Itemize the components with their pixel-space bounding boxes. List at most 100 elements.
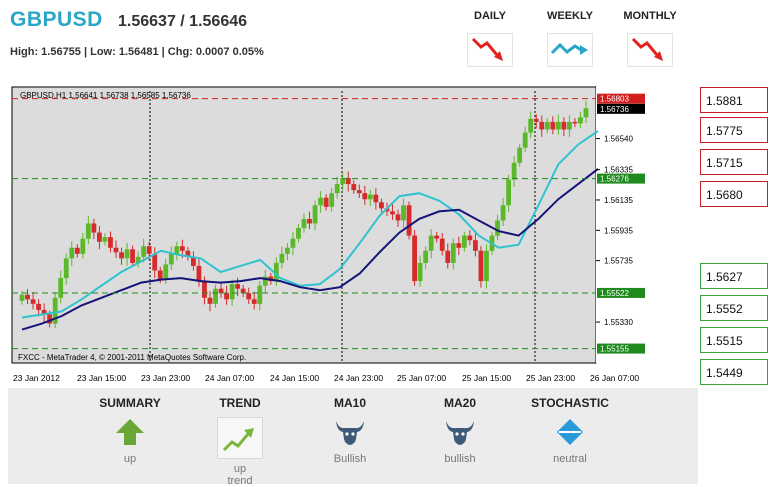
bull-candle	[168, 253, 174, 265]
bear-candle	[456, 243, 462, 248]
timeframe-monthly[interactable]: MONTHLY	[610, 10, 690, 67]
level-tag-label: 1.55155	[600, 345, 629, 354]
y-tick-label: 1.56540	[604, 135, 633, 144]
x-axis-label: 25 Jan 07:00	[397, 373, 446, 383]
resistance-level-4: 1.5680	[700, 181, 768, 207]
bear-candle	[224, 293, 229, 300]
pivot-levels: 1.5881 1.5775 1.5715 1.5680 1.5627 1.555…	[700, 85, 778, 385]
bull-candle	[450, 243, 456, 263]
resistance-level-3: 1.5715	[700, 149, 768, 175]
bull-candle	[141, 246, 147, 257]
bear-candle	[25, 294, 30, 300]
indicator-value: bullish	[444, 453, 476, 465]
price-chart[interactable]: GBPUSD,H1 1.56641 1.56738 1.56585 1.5673…	[8, 85, 646, 390]
chart-copyright: FXCC - MetaTrader 4, © 2001-2011 MetaQuo…	[18, 353, 246, 362]
bull-candle	[428, 235, 434, 251]
y-tick-label: 1.55330	[604, 318, 633, 327]
y-tick-label: 1.55735	[604, 257, 633, 266]
bull-candle	[229, 284, 235, 300]
bear-candle	[119, 252, 124, 259]
indicator-ma10[interactable]: MA10 Bullish	[295, 396, 405, 465]
bear-candle	[251, 299, 257, 304]
bear-candle	[146, 246, 152, 254]
bull-candle	[367, 194, 373, 200]
bull-candle	[423, 250, 429, 263]
bear-candle	[390, 211, 395, 215]
x-axis-label: 24 Jan 07:00	[205, 373, 254, 383]
bull-candle	[583, 108, 589, 118]
indicator-stochastic[interactable]: STOCHASTIC neutral	[515, 396, 625, 465]
bear-candle	[356, 190, 362, 194]
indicator-value: up trend	[227, 463, 253, 487]
bear-candle	[478, 250, 484, 282]
x-axis-label: 25 Jan 23:00	[526, 373, 575, 383]
timeframe-label: MONTHLY	[623, 10, 677, 22]
bull-candle	[124, 249, 130, 259]
bull-candle	[484, 250, 489, 282]
x-axis-label: 23 Jan 23:00	[141, 373, 190, 383]
bear-candle	[36, 303, 41, 310]
timeframe-weekly[interactable]: WEEKLY	[530, 10, 610, 67]
indicators-panel: SUMMARY up TREND up trend MA10 Bullish MA…	[8, 388, 698, 487]
bull-candle	[578, 117, 583, 124]
bear-candle	[439, 238, 445, 251]
bull-candle	[257, 285, 263, 304]
bull-candle	[301, 218, 307, 229]
indicator-title: SUMMARY	[99, 396, 161, 410]
bear-candle	[550, 121, 556, 130]
bear-candle	[152, 253, 158, 271]
level-tag-label: 1.55522	[600, 289, 629, 298]
bear-candle	[235, 284, 241, 289]
bull-candle	[567, 121, 572, 130]
bear-candle	[395, 214, 401, 221]
resistance-level-1: 1.5881	[700, 87, 768, 113]
indicator-value: Bullish	[333, 453, 367, 465]
bear-candle	[74, 247, 80, 254]
bull-candle	[461, 235, 467, 248]
symbol-title: GBPUSD	[10, 8, 103, 31]
bear-candle	[373, 194, 379, 203]
timeframe-daily[interactable]: DAILY	[450, 10, 530, 67]
bull-candle	[63, 258, 69, 279]
bear-candle	[323, 197, 329, 207]
bull-candle	[329, 193, 335, 207]
bull-candle	[102, 237, 108, 242]
quote-header: GBPUSD 1.56637 / 1.56646 High: 1.56755 |…	[0, 0, 778, 85]
bear-candle	[473, 240, 478, 251]
indicator-ma20[interactable]: MA20 bullish	[405, 396, 515, 465]
arrow-up-icon	[116, 419, 144, 445]
y-tick-label: 1.56135	[604, 196, 633, 205]
bear-candle	[412, 235, 417, 282]
indicator-summary[interactable]: SUMMARY up	[75, 396, 185, 465]
indicator-trend[interactable]: TREND up trend	[185, 396, 295, 487]
bear-candle	[539, 121, 545, 130]
bull-candle	[417, 262, 423, 282]
bear-candle	[351, 184, 357, 191]
trend-icon-box	[217, 417, 263, 459]
level-tag-label: 1.56736	[600, 105, 629, 114]
bull-candle	[506, 179, 511, 206]
bull-candle	[80, 238, 86, 254]
bull-candle	[544, 121, 550, 130]
bear-candle	[445, 250, 451, 263]
bear-candle	[561, 121, 567, 130]
timeframe-label: DAILY	[474, 10, 506, 22]
bull-candle	[296, 228, 301, 239]
bear-candle	[113, 247, 119, 253]
bear-candle	[108, 237, 113, 248]
bull-candle	[318, 197, 323, 206]
bull-candle	[555, 121, 561, 130]
bear-candle	[434, 235, 440, 239]
bear-candle	[467, 235, 473, 241]
x-axis-label: 23 Jan 2012	[13, 373, 60, 383]
bear-candle	[533, 118, 539, 122]
bear-candle	[196, 265, 202, 282]
level-tag-label: 1.56803	[600, 95, 629, 104]
neutral-diamond-icon	[557, 419, 583, 445]
daily-stats: High: 1.56755 | Low: 1.56481 | Chg: 0.00…	[10, 46, 264, 58]
bull-candle	[517, 147, 523, 163]
bear-candle	[362, 193, 368, 200]
bull-candle	[58, 278, 64, 298]
y-tick-label: 1.56335	[604, 166, 633, 175]
indicator-title: TREND	[219, 396, 261, 410]
